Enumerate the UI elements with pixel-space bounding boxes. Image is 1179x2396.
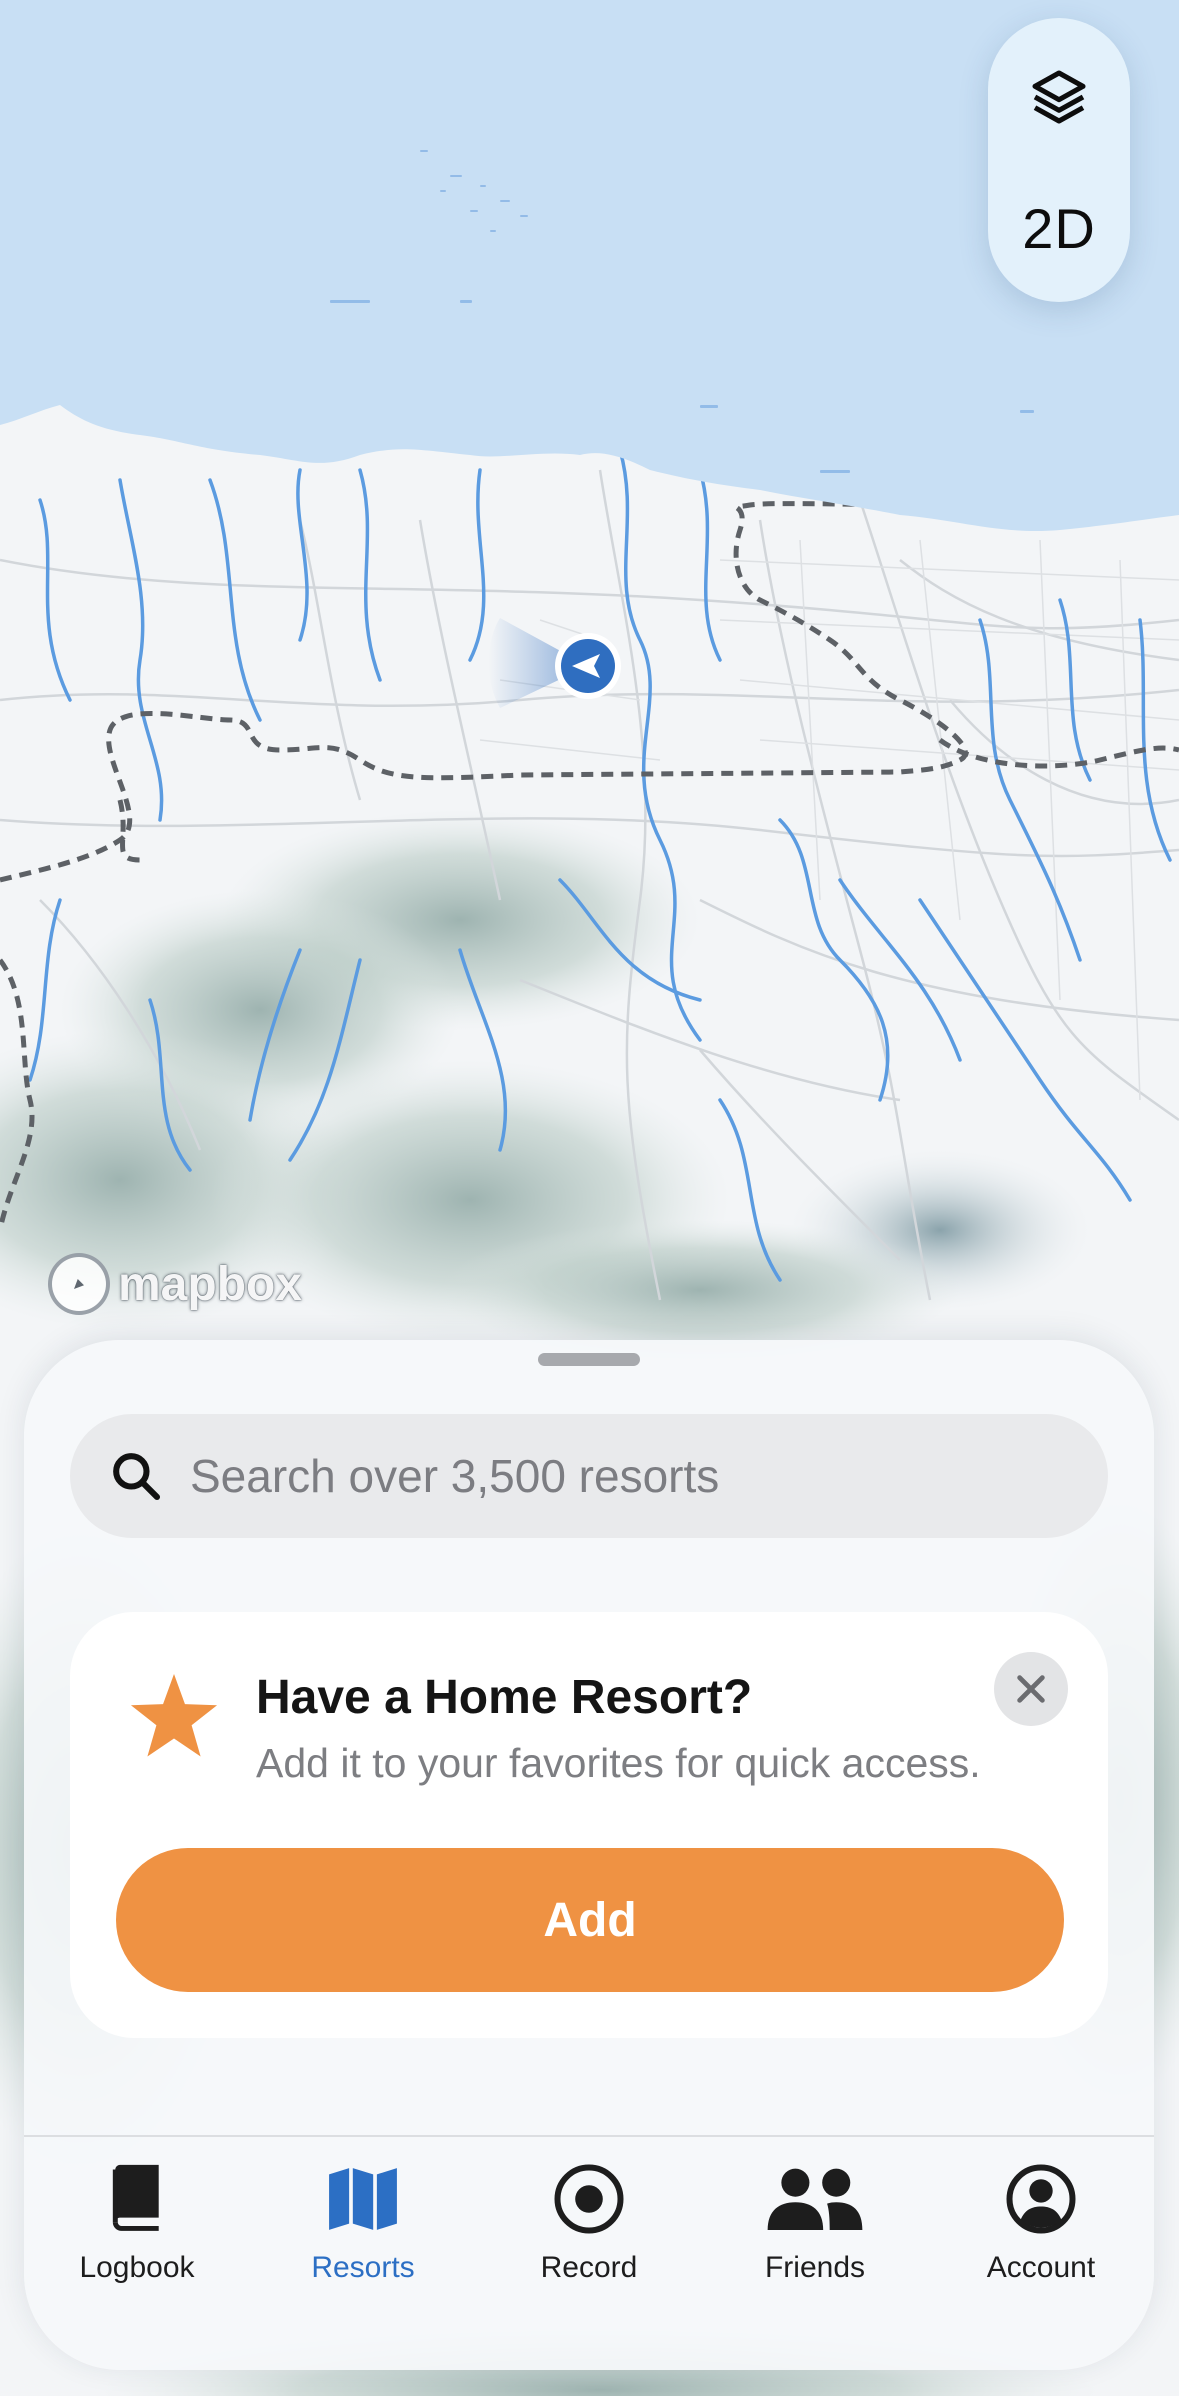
tab-bar: Logbook Resorts Record Friends Account <box>24 2135 1154 2370</box>
add-button[interactable]: Add <box>116 1848 1064 1992</box>
account-icon <box>991 2157 1091 2241</box>
tab-resorts[interactable]: Resorts <box>250 2137 476 2370</box>
mapbox-wordmark: mapbox <box>118 1257 303 1311</box>
tab-label: Friends <box>764 2251 866 2284</box>
search-icon <box>113 1453 161 1501</box>
2d-3d-toggle[interactable]: 2D <box>988 168 1130 288</box>
record-icon <box>539 2157 639 2241</box>
mapbox-icon <box>48 1253 110 1315</box>
tab-label: Resorts <box>311 2251 415 2284</box>
layers-icon <box>1032 70 1086 124</box>
card-subtitle: Add it to your favorites for quick acces… <box>256 1740 981 1786</box>
bottom-sheet: Have a Home Resort? Add it to your favor… <box>24 1340 1154 2370</box>
book-icon <box>87 2157 187 2241</box>
star-icon <box>130 1673 218 1757</box>
layers-button[interactable] <box>988 32 1130 162</box>
mapbox-logo[interactable]: mapbox <box>48 1252 302 1316</box>
tab-label: Record <box>540 2251 638 2284</box>
search-input[interactable] <box>190 1449 1070 1503</box>
search-bar[interactable] <box>70 1414 1108 1538</box>
sheet-grabber[interactable] <box>538 1353 640 1366</box>
card-title: Have a Home Resort? <box>256 1671 753 1724</box>
close-icon <box>1017 1675 1045 1703</box>
map-icon <box>313 2157 413 2241</box>
tab-account[interactable]: Account <box>928 2137 1154 2370</box>
home-resort-card: Have a Home Resort? Add it to your favor… <box>70 1612 1108 2038</box>
tab-label: Logbook <box>79 2251 195 2284</box>
map-controls: 2D <box>988 18 1130 302</box>
tab-label: Account <box>986 2251 1096 2284</box>
tab-record[interactable]: Record <box>476 2137 702 2370</box>
friends-icon <box>765 2157 865 2241</box>
tab-logbook[interactable]: Logbook <box>24 2137 250 2370</box>
close-button[interactable] <box>994 1652 1068 1726</box>
tab-friends[interactable]: Friends <box>702 2137 928 2370</box>
